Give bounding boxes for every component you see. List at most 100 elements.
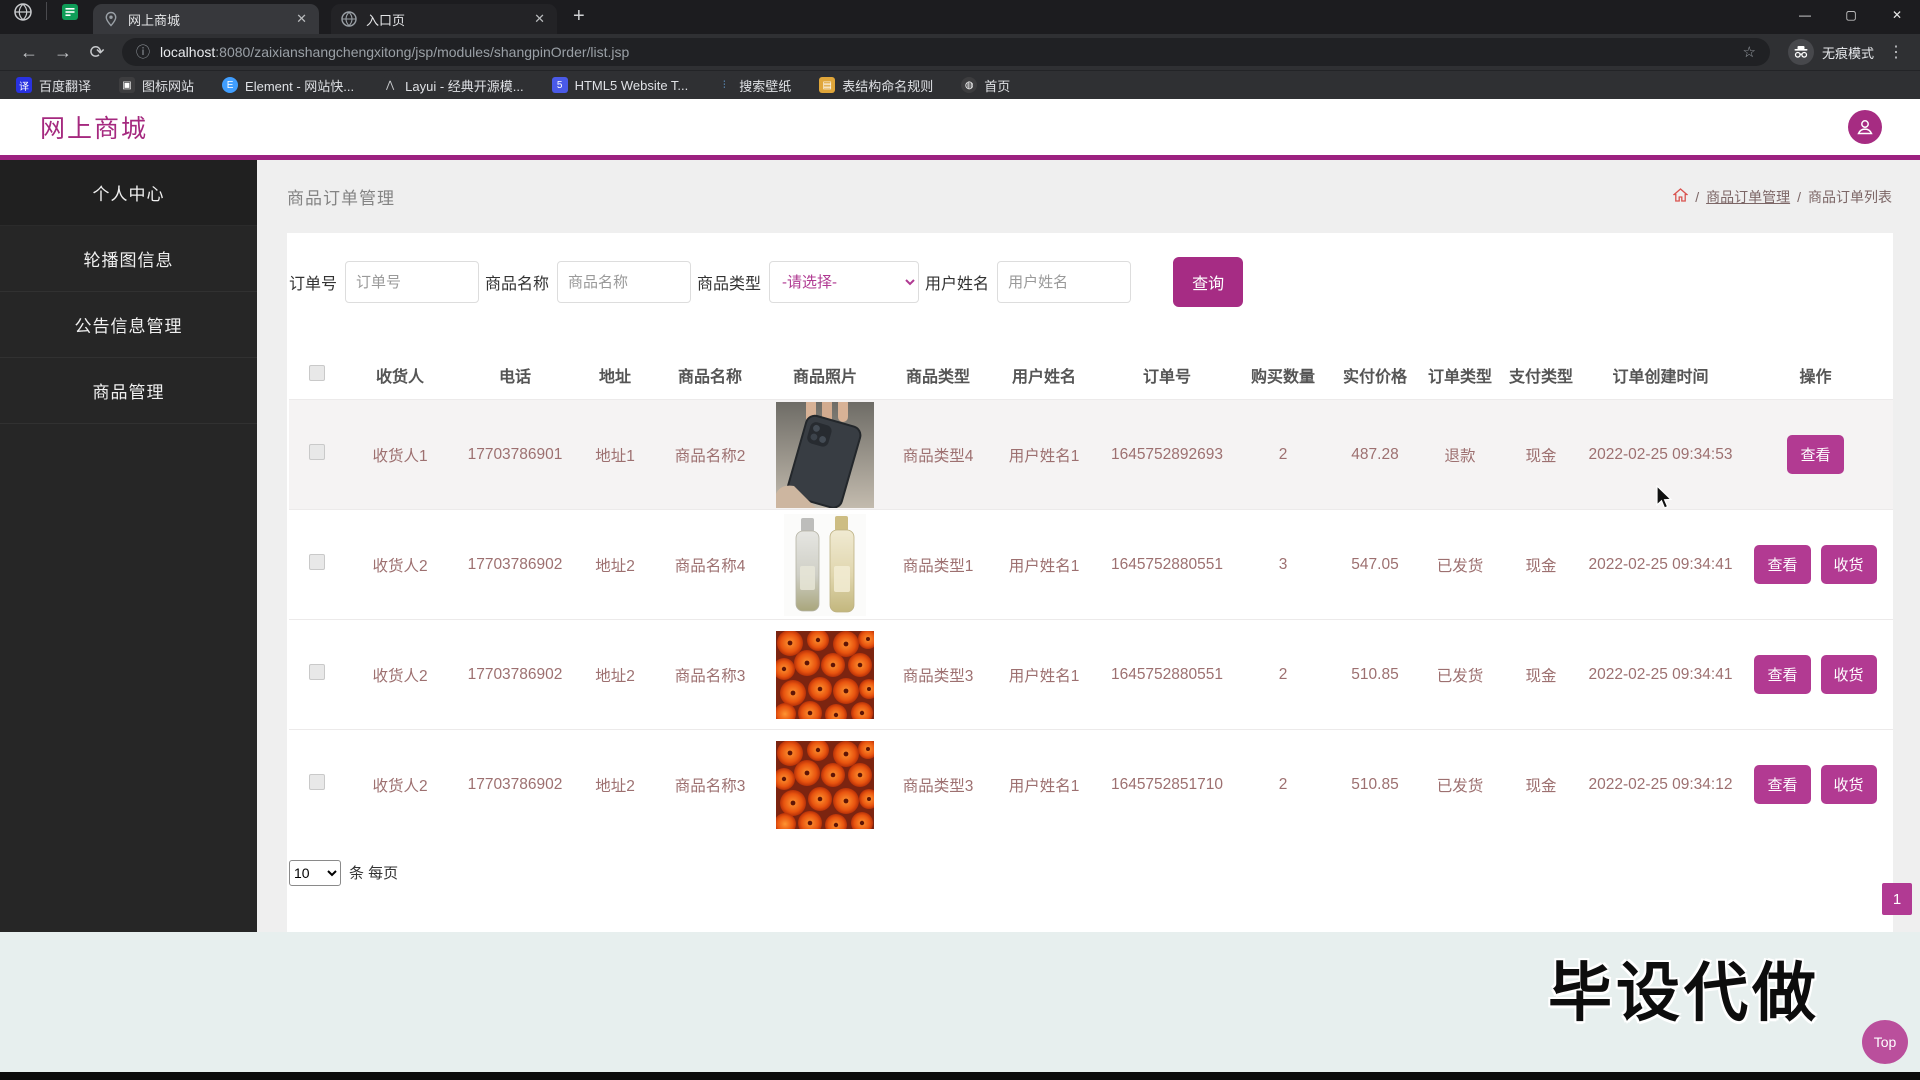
back-button[interactable]: ← [12, 42, 46, 63]
bookmark-favicon: ▤ [819, 77, 836, 93]
sidebar-item-product-management[interactable]: 商品管理 [0, 358, 257, 424]
reload-button[interactable]: ⟳ [80, 42, 114, 63]
view-button[interactable]: 查看 [1787, 435, 1844, 474]
filter-bar: 订单号 商品名称 商品类型 -请选择- 用户姓名 查询 [289, 257, 1893, 307]
cell-price: 510.85 [1329, 619, 1421, 730]
receive-button[interactable]: 收货 [1820, 655, 1877, 694]
col-consignee: 收货人 [375, 369, 424, 386]
cell-address: 地址2 [575, 619, 655, 730]
bookmark-item[interactable]: 5 HTML5 Website T... [551, 77, 688, 93]
minimize-button[interactable]: — [1782, 0, 1828, 30]
home-icon[interactable] [1672, 187, 1689, 206]
table-row: 收货人2 17703786902 地址2 商品名称3 商品类型3 用户姓名1 1… [289, 619, 1893, 730]
forward-button[interactable]: → [46, 42, 80, 63]
row-checkbox[interactable] [309, 554, 325, 570]
cell-pay-type: 现金 [1499, 399, 1583, 510]
bookmark-item[interactable]: E Element - 网站快... [222, 76, 354, 95]
bookmark-favicon: E [222, 77, 239, 93]
product-type-select[interactable]: -请选择- [769, 261, 920, 303]
cell-product-name: 商品名称3 [655, 619, 765, 730]
browser-globe-icon[interactable] [14, 3, 32, 26]
cell-created: 2022-02-25 09:34:53 [1583, 399, 1738, 510]
tab-title: 入口页 [366, 12, 406, 28]
bookmark-item[interactable]: ▤ 表结构命名规则 [819, 76, 933, 95]
user-name-input[interactable] [997, 261, 1132, 303]
page-number-badge[interactable]: 1 [1882, 883, 1912, 915]
tab-close-icon[interactable]: ✕ [532, 11, 547, 27]
user-avatar-button[interactable] [1848, 110, 1882, 144]
app-logo[interactable]: 网上商城 [40, 109, 148, 145]
browser-address-bar: ← → ⟳ ⓘ localhost :8080/zaixianshangchen… [0, 34, 1920, 70]
cell-quantity: 2 [1237, 729, 1329, 840]
cell-order-type: 退款 [1421, 399, 1499, 510]
browser-menu-icon[interactable]: ⋮ [1884, 42, 1908, 62]
receive-button[interactable]: 收货 [1820, 545, 1877, 584]
col-product-name: 商品名称 [677, 369, 742, 386]
cell-price: 510.85 [1329, 729, 1421, 840]
breadcrumb-current: 商品订单列表 [1808, 188, 1892, 205]
select-all-checkbox[interactable] [309, 364, 325, 381]
browser-tab-bar: 网上商城 ✕ 入口页 ✕ + — ▢ ✕ [0, 0, 1920, 34]
app-header: 网上商城 [0, 99, 1920, 155]
cell-order-no: 1645752851710 [1097, 729, 1237, 840]
order-no-input[interactable] [345, 261, 480, 303]
maximize-button[interactable]: ▢ [1828, 0, 1874, 30]
bookmark-item[interactable]: 译百度翻译 [16, 76, 91, 95]
bookmark-star-icon[interactable]: ☆ [1743, 43, 1756, 61]
product-photo-phone-image [776, 401, 874, 508]
view-button[interactable]: 查看 [1754, 655, 1811, 694]
product-type-label: 商品类型 [697, 276, 762, 293]
bookmark-favicon: ▣ [119, 77, 136, 93]
cell-address: 地址2 [575, 509, 655, 620]
tab-pin-icon [103, 11, 119, 27]
cell-product-photo [765, 399, 885, 510]
sidebar-item-personal-center[interactable]: 个人中心 [0, 160, 257, 226]
view-button[interactable]: 查看 [1754, 545, 1811, 584]
sidebar-item-notice-management[interactable]: 公告信息管理 [0, 292, 257, 358]
cell-pay-type: 现金 [1499, 619, 1583, 730]
cell-consignee: 收货人2 [345, 509, 455, 620]
tab-close-icon[interactable]: ✕ [294, 11, 309, 27]
new-tab-button[interactable]: + [573, 5, 585, 28]
browser-tab-active[interactable]: 网上商城 ✕ [93, 4, 319, 34]
col-actions: 操作 [1799, 369, 1832, 386]
product-name-input[interactable] [557, 261, 692, 303]
divider [46, 2, 47, 20]
tab-globe-icon [341, 11, 357, 27]
cell-price: 487.28 [1329, 399, 1421, 510]
bookmark-item[interactable]: ⫶ 搜索壁纸 [716, 76, 791, 95]
table-row: 收货人2 17703786902 地址2 商品名称3 商品类型3 用户姓名1 1… [289, 729, 1893, 840]
bookmark-item[interactable]: ⋀ Layui - 经典开源模... [382, 76, 524, 95]
bookmark-item[interactable]: ◍ 首页 [961, 76, 1010, 95]
pinned-sheet-icon[interactable] [61, 3, 79, 26]
breadcrumb: / 商品订单管理 / 商品订单列表 [1672, 187, 1892, 207]
per-page-select[interactable]: 10 [289, 859, 341, 886]
receive-button[interactable]: 收货 [1820, 765, 1877, 805]
breadcrumb-link-order-management[interactable]: 商品订单管理 [1706, 187, 1790, 207]
url-field[interactable]: ⓘ localhost :8080/zaixianshangchengxiton… [122, 38, 1770, 66]
cell-order-type: 已发货 [1421, 729, 1499, 840]
search-button[interactable]: 查询 [1173, 257, 1244, 307]
cell-pay-type: 现金 [1499, 509, 1583, 620]
row-checkbox[interactable] [309, 664, 325, 680]
cell-product-type: 商品类型3 [885, 729, 991, 840]
back-to-top-button[interactable]: Top [1862, 1020, 1908, 1064]
cell-product-type: 商品类型3 [885, 619, 991, 730]
incognito-badge: 无痕模式 [1787, 39, 1874, 65]
bookmark-favicon: 5 [551, 77, 568, 93]
cell-product-name: 商品名称4 [655, 509, 765, 620]
cell-order-no: 1645752880551 [1097, 509, 1237, 620]
row-checkbox[interactable] [309, 444, 325, 460]
bookmark-item[interactable]: ▣ 图标网站 [119, 76, 194, 95]
bookmarks-bar: 译百度翻译 ▣ 图标网站 E Element - 网站快... ⋀ Layui - 经… [0, 70, 1920, 99]
row-checkbox[interactable] [309, 774, 325, 791]
browser-tab-inactive[interactable]: 入口页 ✕ [331, 4, 557, 34]
cell-created: 2022-02-25 09:34:12 [1583, 729, 1738, 840]
window-close-button[interactable]: ✕ [1874, 0, 1920, 30]
view-button[interactable]: 查看 [1754, 765, 1811, 805]
product-name-label: 商品名称 [485, 276, 550, 293]
cell-user-name: 用户姓名1 [991, 399, 1097, 510]
site-info-icon[interactable]: ⓘ [136, 42, 150, 62]
cell-user-name: 用户姓名1 [991, 509, 1097, 620]
sidebar-item-carousel-info[interactable]: 轮播图信息 [0, 226, 257, 292]
